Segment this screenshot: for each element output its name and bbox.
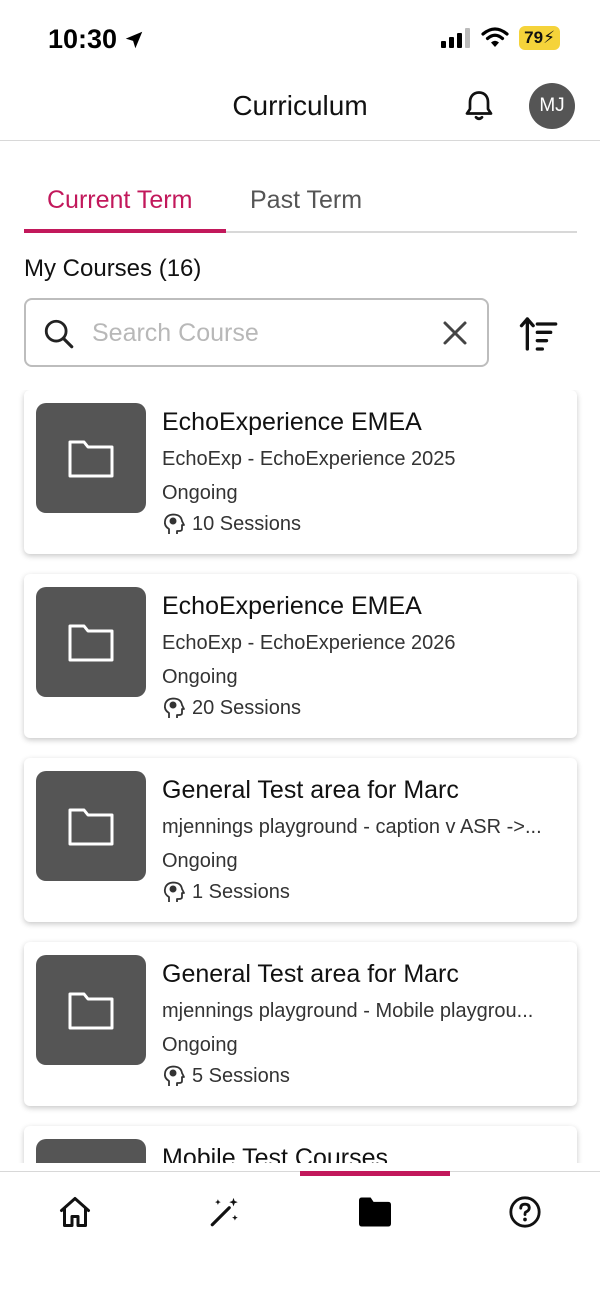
course-sessions-count: 10 Sessions [192,512,301,535]
search-box [24,298,489,367]
home-icon [60,1197,90,1227]
search-input[interactable] [92,314,422,352]
course-subtitle: EchoExp - EchoExperience 2026 [162,632,456,654]
course-card[interactable]: General Test area for Marc mjennings pla… [24,942,577,1106]
location-arrow-icon [125,31,143,48]
status-time: 10:30 [48,24,145,55]
course-title: Mobile Test Courses [162,1144,389,1163]
signal-icon [441,28,471,48]
course-title: General Test area for Marc [162,960,459,988]
course-subtitle: mjennings playground - Mobile playgrou..… [162,1000,534,1022]
nav-curriculum[interactable] [300,1172,450,1252]
notifications-bell-icon[interactable] [461,88,497,124]
avatar-initials: MJ [539,95,565,116]
course-title: EchoExperience EMEA [162,592,422,620]
battery-level: 79 [524,28,544,47]
status-bar: 10:30 79⚡ [0,0,600,80]
course-sessions-count: 5 Sessions [192,1064,290,1087]
course-sessions: 1 Sessions [162,880,290,904]
course-card[interactable]: EchoExperience EMEA EchoExp - EchoExperi… [24,390,577,554]
bottom-nav [0,1171,600,1299]
course-status: Ongoing [162,850,238,872]
course-sessions: 10 Sessions [162,512,301,536]
course-status: Ongoing [162,1034,238,1056]
course-card[interactable]: EchoExperience EMEA EchoExp - EchoExperi… [24,574,577,738]
course-list: EchoExperience EMEA EchoExp - EchoExperi… [0,390,600,1163]
folder-icon [359,1197,391,1227]
course-sessions-count: 1 Sessions [192,880,290,903]
folder-icon [68,808,114,846]
course-sessions-count: 20 Sessions [192,696,301,719]
course-subtitle: mjennings playground - caption v ASR ->.… [162,816,542,838]
search-icon [44,319,74,349]
app-header: Curriculum MJ [0,80,600,141]
course-thumbnail [36,955,146,1065]
sort-icon[interactable] [519,314,559,354]
avatar[interactable]: MJ [529,83,575,129]
folder-icon [68,440,114,478]
folder-icon [68,992,114,1030]
course-card[interactable]: General Test area for Marc mjennings pla… [24,758,577,922]
course-thumbnail [36,403,146,513]
course-thumbnail [36,1139,146,1163]
clear-search-icon[interactable] [440,318,470,348]
nav-home[interactable] [0,1172,150,1252]
wifi-icon [481,27,509,47]
help-icon [509,1196,541,1228]
tab-current-term[interactable]: Current Term [47,186,192,215]
course-sessions: 5 Sessions [162,1064,290,1088]
courses-heading: My Courses (16) [24,255,202,282]
nav-magic[interactable] [150,1172,300,1252]
brain-head-icon [163,881,185,902]
magic-wand-icon [210,1197,238,1227]
course-title: General Test area for Marc [162,776,459,804]
battery-icon: 79⚡ [519,26,560,50]
course-sessions: 20 Sessions [162,696,301,720]
status-time-text: 10:30 [48,24,118,54]
brain-head-icon [163,1065,185,1086]
course-thumbnail [36,587,146,697]
tab-past-term[interactable]: Past Term [250,186,362,215]
course-status: Ongoing [162,666,238,688]
course-title: EchoExperience EMEA [162,408,422,436]
term-tabs: Current Term Past Term [24,178,577,233]
status-indicators: 79⚡ [441,26,560,50]
page-title: Curriculum [232,90,368,121]
active-tab-indicator [24,229,226,233]
folder-icon [68,624,114,662]
course-status: Ongoing [162,482,238,504]
course-thumbnail [36,771,146,881]
course-card[interactable]: Mobile Test Courses [24,1126,577,1163]
course-subtitle: EchoExp - EchoExperience 2025 [162,448,456,470]
brain-head-icon [163,513,185,534]
nav-help[interactable] [450,1172,600,1252]
brain-head-icon [163,697,185,718]
